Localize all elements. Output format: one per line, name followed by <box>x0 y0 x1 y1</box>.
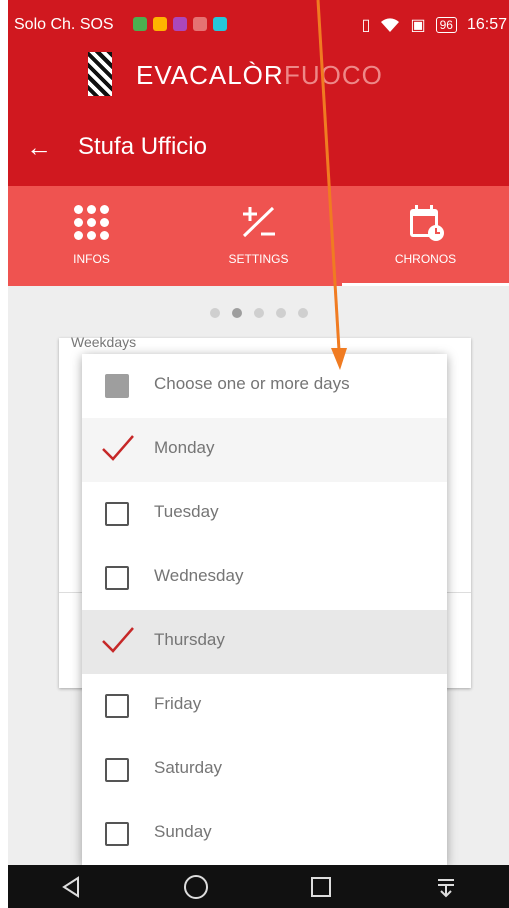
day-option-thursday[interactable]: Thursday <box>82 610 447 674</box>
clock: 16:57 <box>466 16 507 33</box>
grid-dots-icon <box>8 200 175 244</box>
weekdays-label: Weekdays <box>71 334 137 350</box>
tab-bar: INFOS SETTINGS CHRONOS <box>8 186 509 286</box>
wifi-icon <box>381 18 400 32</box>
tab-infos[interactable]: INFOS <box>8 186 175 286</box>
day-option-wednesday[interactable]: Wednesday <box>82 546 447 610</box>
vibrate-icon: ▯ <box>361 17 371 34</box>
chronos-content: Weekdays Choose one or more days Monday T… <box>8 286 509 865</box>
calendar-notification-icon <box>193 17 207 31</box>
day-checkbox[interactable] <box>105 694 129 718</box>
recents-icon[interactable] <box>301 867 341 907</box>
day-checkbox[interactable] <box>105 502 129 526</box>
calendar-clock-icon <box>342 200 509 244</box>
page-dot[interactable] <box>253 308 264 318</box>
back-arrow-icon[interactable]: ← <box>26 132 52 163</box>
select-all-checkbox[interactable] <box>105 374 129 398</box>
days-selection-dialog: Choose one or more days Monday Tuesday Wed… <box>82 354 447 865</box>
tab-chronos[interactable]: CHRONOS <box>342 186 509 286</box>
page-dot[interactable] <box>297 308 308 318</box>
notifications-pull-icon[interactable] <box>426 867 466 907</box>
day-label: Thursday <box>154 630 225 649</box>
day-label: Tuesday <box>154 502 219 521</box>
brand-logo-icon <box>88 52 112 96</box>
day-option-sunday[interactable]: Sunday <box>82 802 447 865</box>
day-label: Saturday <box>154 758 223 777</box>
page-dot[interactable] <box>209 308 220 318</box>
tab-label: CHRONOS <box>394 252 457 266</box>
notification-icons <box>133 17 227 31</box>
tab-label: SETTINGS <box>228 252 289 266</box>
day-option-friday[interactable]: Friday <box>82 674 447 738</box>
day-checkbox[interactable] <box>105 758 129 782</box>
brand-name-secondary: FUOCO <box>284 60 383 90</box>
gallery-icon <box>173 17 187 31</box>
sim-icon: ▣ <box>410 17 426 34</box>
day-label: Wednesday <box>154 566 244 585</box>
battery-indicator: 96 <box>435 17 457 33</box>
day-checkbox[interactable] <box>105 566 129 590</box>
day-label: Friday <box>154 694 202 713</box>
brand-header: EVACALÒR FUOCO <box>8 52 509 104</box>
page-indicator <box>8 308 509 318</box>
navigation-bar <box>8 865 509 908</box>
status-indicators: ▯ ▣ 96 16:57 <box>362 15 507 35</box>
plus-minus-icon <box>175 200 342 244</box>
dialog-title: Choose one or more days <box>154 374 350 393</box>
checkmark-icon[interactable] <box>100 432 136 464</box>
day-option-saturday[interactable]: Saturday <box>82 738 447 802</box>
day-label: Sunday <box>154 822 212 841</box>
home-icon[interactable] <box>176 867 216 907</box>
page-dot[interactable] <box>231 308 242 318</box>
play-store-icon <box>213 17 227 31</box>
page-dot[interactable] <box>275 308 286 318</box>
back-icon[interactable] <box>51 867 91 907</box>
page-title: Stufa Ufficio <box>78 133 207 160</box>
day-label: Monday <box>154 438 215 457</box>
checkmark-icon[interactable] <box>100 624 136 656</box>
day-checkbox[interactable] <box>105 822 129 846</box>
tab-label: INFOS <box>73 252 110 266</box>
brand-name: EVACALÒR <box>136 60 284 90</box>
carrier-name: Solo Ch. SOS <box>14 16 114 33</box>
day-option-tuesday[interactable]: Tuesday <box>82 482 447 546</box>
day-option-monday[interactable]: Monday <box>82 418 447 482</box>
app-notification-icon <box>153 17 167 31</box>
tab-settings[interactable]: SETTINGS <box>175 186 342 286</box>
google-icon <box>133 17 147 31</box>
dialog-title-row[interactable]: Choose one or more days <box>82 354 447 418</box>
app-bar: ← Stufa Ufficio <box>8 104 509 186</box>
status-bar: Solo Ch. SOS ▯ ▣ 96 16:57 <box>8 0 509 52</box>
